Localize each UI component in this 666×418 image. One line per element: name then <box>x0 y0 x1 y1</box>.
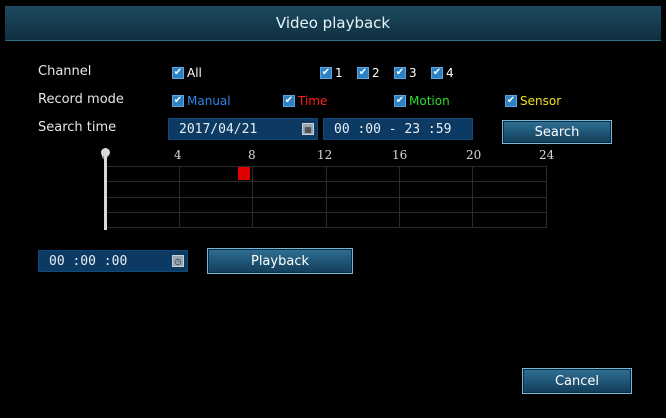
dialog-titlebar: Video playback <box>5 6 661 41</box>
record-segment-marker[interactable] <box>237 167 250 180</box>
playback-button[interactable]: Playback <box>207 248 353 274</box>
timeline-col-line <box>472 166 473 228</box>
record-time-checkbox[interactable]: ✔ Time <box>283 94 327 108</box>
channel-2-label: 2 <box>372 66 380 80</box>
timeline-cursor-handle[interactable] <box>101 148 110 157</box>
check-icon: ✔ <box>283 95 295 107</box>
check-icon: ✔ <box>505 95 517 107</box>
timeline-col-line <box>546 166 547 228</box>
timeline-tick-20: 20 <box>466 148 482 162</box>
check-icon: ✔ <box>320 67 332 79</box>
channel-3-checkbox[interactable]: ✔ 3 <box>394 66 417 80</box>
record-motion-checkbox[interactable]: ✔ Motion <box>394 94 450 108</box>
record-sensor-label: Sensor <box>520 94 562 108</box>
cancel-button-label: Cancel <box>554 373 600 389</box>
search-button[interactable]: Search <box>502 120 612 144</box>
channel-4-label: 4 <box>446 66 454 80</box>
timeline-tick-4: 4 <box>174 148 182 162</box>
dialog-title: Video playback <box>275 14 391 32</box>
video-playback-dialog: Video playback Channel ✔ All ✔ 1 ✔ 2 ✔ 3… <box>0 0 666 418</box>
check-icon: ✔ <box>172 67 184 79</box>
timeline-grid[interactable] <box>106 166 547 228</box>
cancel-button[interactable]: Cancel <box>522 368 632 394</box>
check-icon: ✔ <box>394 67 406 79</box>
clock-icon[interactable]: ◷ <box>172 255 184 267</box>
timeline-tick-16: 16 <box>392 148 408 162</box>
check-icon: ✔ <box>172 95 184 107</box>
time-range-field[interactable]: 00 :00 - 23 :59 <box>323 118 473 140</box>
record-manual-label: Manual <box>187 94 231 108</box>
playback-time-field[interactable]: 00 :00 :00 <box>38 250 188 272</box>
timeline-col-line <box>326 166 327 228</box>
record-manual-checkbox[interactable]: ✔ Manual <box>172 94 231 108</box>
channel-4-checkbox[interactable]: ✔ 4 <box>431 66 454 80</box>
timeline-tick-12: 12 <box>317 148 333 162</box>
playback-button-label: Playback <box>250 253 309 269</box>
channel-2-checkbox[interactable]: ✔ 2 <box>357 66 380 80</box>
date-field[interactable]: 2017/04/21 <box>168 118 318 140</box>
check-icon: ✔ <box>357 67 369 79</box>
calendar-icon[interactable]: ▦ <box>302 123 314 135</box>
record-sensor-checkbox[interactable]: ✔ Sensor <box>505 94 561 108</box>
date-value: 2017/04/21 <box>179 121 258 137</box>
channel-label: Channel <box>38 64 92 79</box>
channel-1-checkbox[interactable]: ✔ 1 <box>320 66 343 80</box>
record-time-label: Time <box>298 94 328 108</box>
time-range-value: 00 :00 - 23 :59 <box>334 121 452 137</box>
timeline-cursor[interactable] <box>104 150 107 230</box>
search-time-label: Search time <box>38 120 117 135</box>
channel-3-label: 3 <box>409 66 417 80</box>
timeline-tick-24: 24 <box>539 148 555 162</box>
timeline-tick-8: 8 <box>248 148 256 162</box>
record-mode-label: Record mode <box>38 92 124 107</box>
timeline-col-line <box>399 166 400 228</box>
timeline-col-line <box>179 166 180 228</box>
channel-all-label: All <box>187 66 202 80</box>
timeline-col-line <box>252 166 253 228</box>
check-icon: ✔ <box>431 67 443 79</box>
check-icon: ✔ <box>394 95 406 107</box>
channel-all-checkbox[interactable]: ✔ All <box>172 66 202 80</box>
playback-time-value: 00 :00 :00 <box>49 253 128 269</box>
record-motion-label: Motion <box>409 94 450 108</box>
channel-1-label: 1 <box>335 66 343 80</box>
search-button-label: Search <box>534 124 580 140</box>
